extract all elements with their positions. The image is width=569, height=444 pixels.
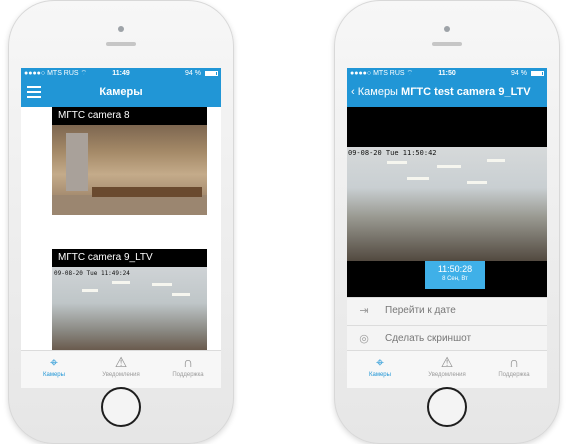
camera-feed-list[interactable]: МГТС camera 8 МГТС camera 9_LTV 09-08-20… <box>21 107 221 350</box>
tab-support[interactable]: ∩ Поддержка <box>481 351 547 388</box>
calendar-arrow-icon: ⇥ <box>359 305 369 317</box>
status-bar: ●●●●○ MTS RUS ⌔ 11:50 94 % <box>347 68 547 79</box>
headphones-icon: ∩ <box>182 354 194 370</box>
timestamp-badge: 11:50:28 8 Сен, Вт <box>425 261 485 289</box>
camera-outline-icon: ◎ <box>359 333 369 345</box>
phone-left: ●●●●○ MTS RUS ⌔ 11:49 94 % Камеры МГТС c… <box>8 0 234 444</box>
tab-bar: ⌖ Камеры ⚠ Уведомления ∩ Поддержка <box>21 350 221 388</box>
tab-label: Уведомления <box>428 372 466 378</box>
page-title: Камеры <box>99 86 143 98</box>
action-label: Перейти к дате <box>385 305 456 316</box>
tab-notifications[interactable]: ⚠ Уведомления <box>88 351 154 388</box>
tab-label: Уведомления <box>102 372 140 378</box>
timeline[interactable]: 11:50:28 8 Сен, Вт <box>347 261 547 297</box>
screen-camera-list: ●●●●○ MTS RUS ⌔ 11:49 94 % Камеры МГТС c… <box>21 68 221 388</box>
phone-right: ●●●●○ MTS RUS ⌔ 11:50 94 % ‹ Камеры МГТС… <box>334 0 560 444</box>
go-to-date-button[interactable]: ⇥ Перейти к дате <box>347 297 547 326</box>
tab-label: Поддержка <box>498 372 530 378</box>
battery-label: 94 % <box>511 70 527 77</box>
battery-icon <box>205 71 218 76</box>
tab-label: Камеры <box>43 372 65 378</box>
tab-bar: ⌖ Камеры ⚠ Уведомления ∩ Поддержка <box>347 350 547 388</box>
camera-thumbnail[interactable]: 09-08-20 Tue 11:49:24 <box>52 267 207 350</box>
video-frame <box>347 147 547 263</box>
back-label: Камеры <box>357 86 398 98</box>
camera-icon: ⌖ <box>376 354 384 370</box>
warning-icon: ⚠ <box>114 354 128 370</box>
camera-thumbnail[interactable] <box>52 125 207 215</box>
camera-card[interactable]: МГТС camera 9_LTV 09-08-20 Tue 11:49:24 <box>52 249 207 350</box>
tab-label: Камеры <box>369 372 391 378</box>
camera-icon: ⌖ <box>50 354 58 370</box>
speaker-grille <box>432 42 462 46</box>
timestamp-date: 8 Сен, Вт <box>442 276 468 282</box>
camera-label: МГТС camera 9_LTV <box>52 249 207 267</box>
home-button[interactable] <box>427 387 467 427</box>
chevron-left-icon: ‹ <box>351 86 355 98</box>
battery-icon <box>531 71 544 76</box>
tab-cameras[interactable]: ⌖ Камеры <box>21 351 87 388</box>
speaker-grille <box>106 42 136 46</box>
back-button[interactable]: ‹ Камеры МГТС test camera 9_LTV <box>351 86 531 98</box>
battery-label: 94 % <box>185 70 201 77</box>
front-camera <box>444 26 450 32</box>
tab-notifications[interactable]: ⚠ Уведомления <box>414 351 480 388</box>
video-timestamp: 09-08-20 Tue 11:50:42 <box>348 149 437 157</box>
nav-bar: Камеры <box>21 79 221 107</box>
headphones-icon: ∩ <box>508 354 520 370</box>
camera-card[interactable]: МГТС camera 8 <box>52 107 207 215</box>
warning-icon: ⚠ <box>440 354 454 370</box>
tab-cameras[interactable]: ⌖ Камеры <box>347 351 413 388</box>
nav-bar: ‹ Камеры МГТС test camera 9_LTV <box>347 79 547 107</box>
camera-timestamp: 09-08-20 Tue 11:49:24 <box>54 270 130 277</box>
tab-support[interactable]: ∩ Поддержка <box>155 351 221 388</box>
action-label: Сделать скриншот <box>385 333 472 344</box>
video-player[interactable]: 09-08-20 Tue 11:50:42 <box>347 107 547 263</box>
page-title: МГТС test camera 9_LTV <box>401 86 531 98</box>
timestamp-time: 11:50:28 <box>437 264 473 274</box>
home-button[interactable] <box>101 387 141 427</box>
camera-label: МГТС camera 8 <box>52 107 207 125</box>
tab-label: Поддержка <box>172 372 204 378</box>
front-camera <box>118 26 124 32</box>
status-bar: ●●●●○ MTS RUS ⌔ 11:49 94 % <box>21 68 221 79</box>
screen-camera-view: ●●●●○ MTS RUS ⌔ 11:50 94 % ‹ Камеры МГТС… <box>347 68 547 388</box>
